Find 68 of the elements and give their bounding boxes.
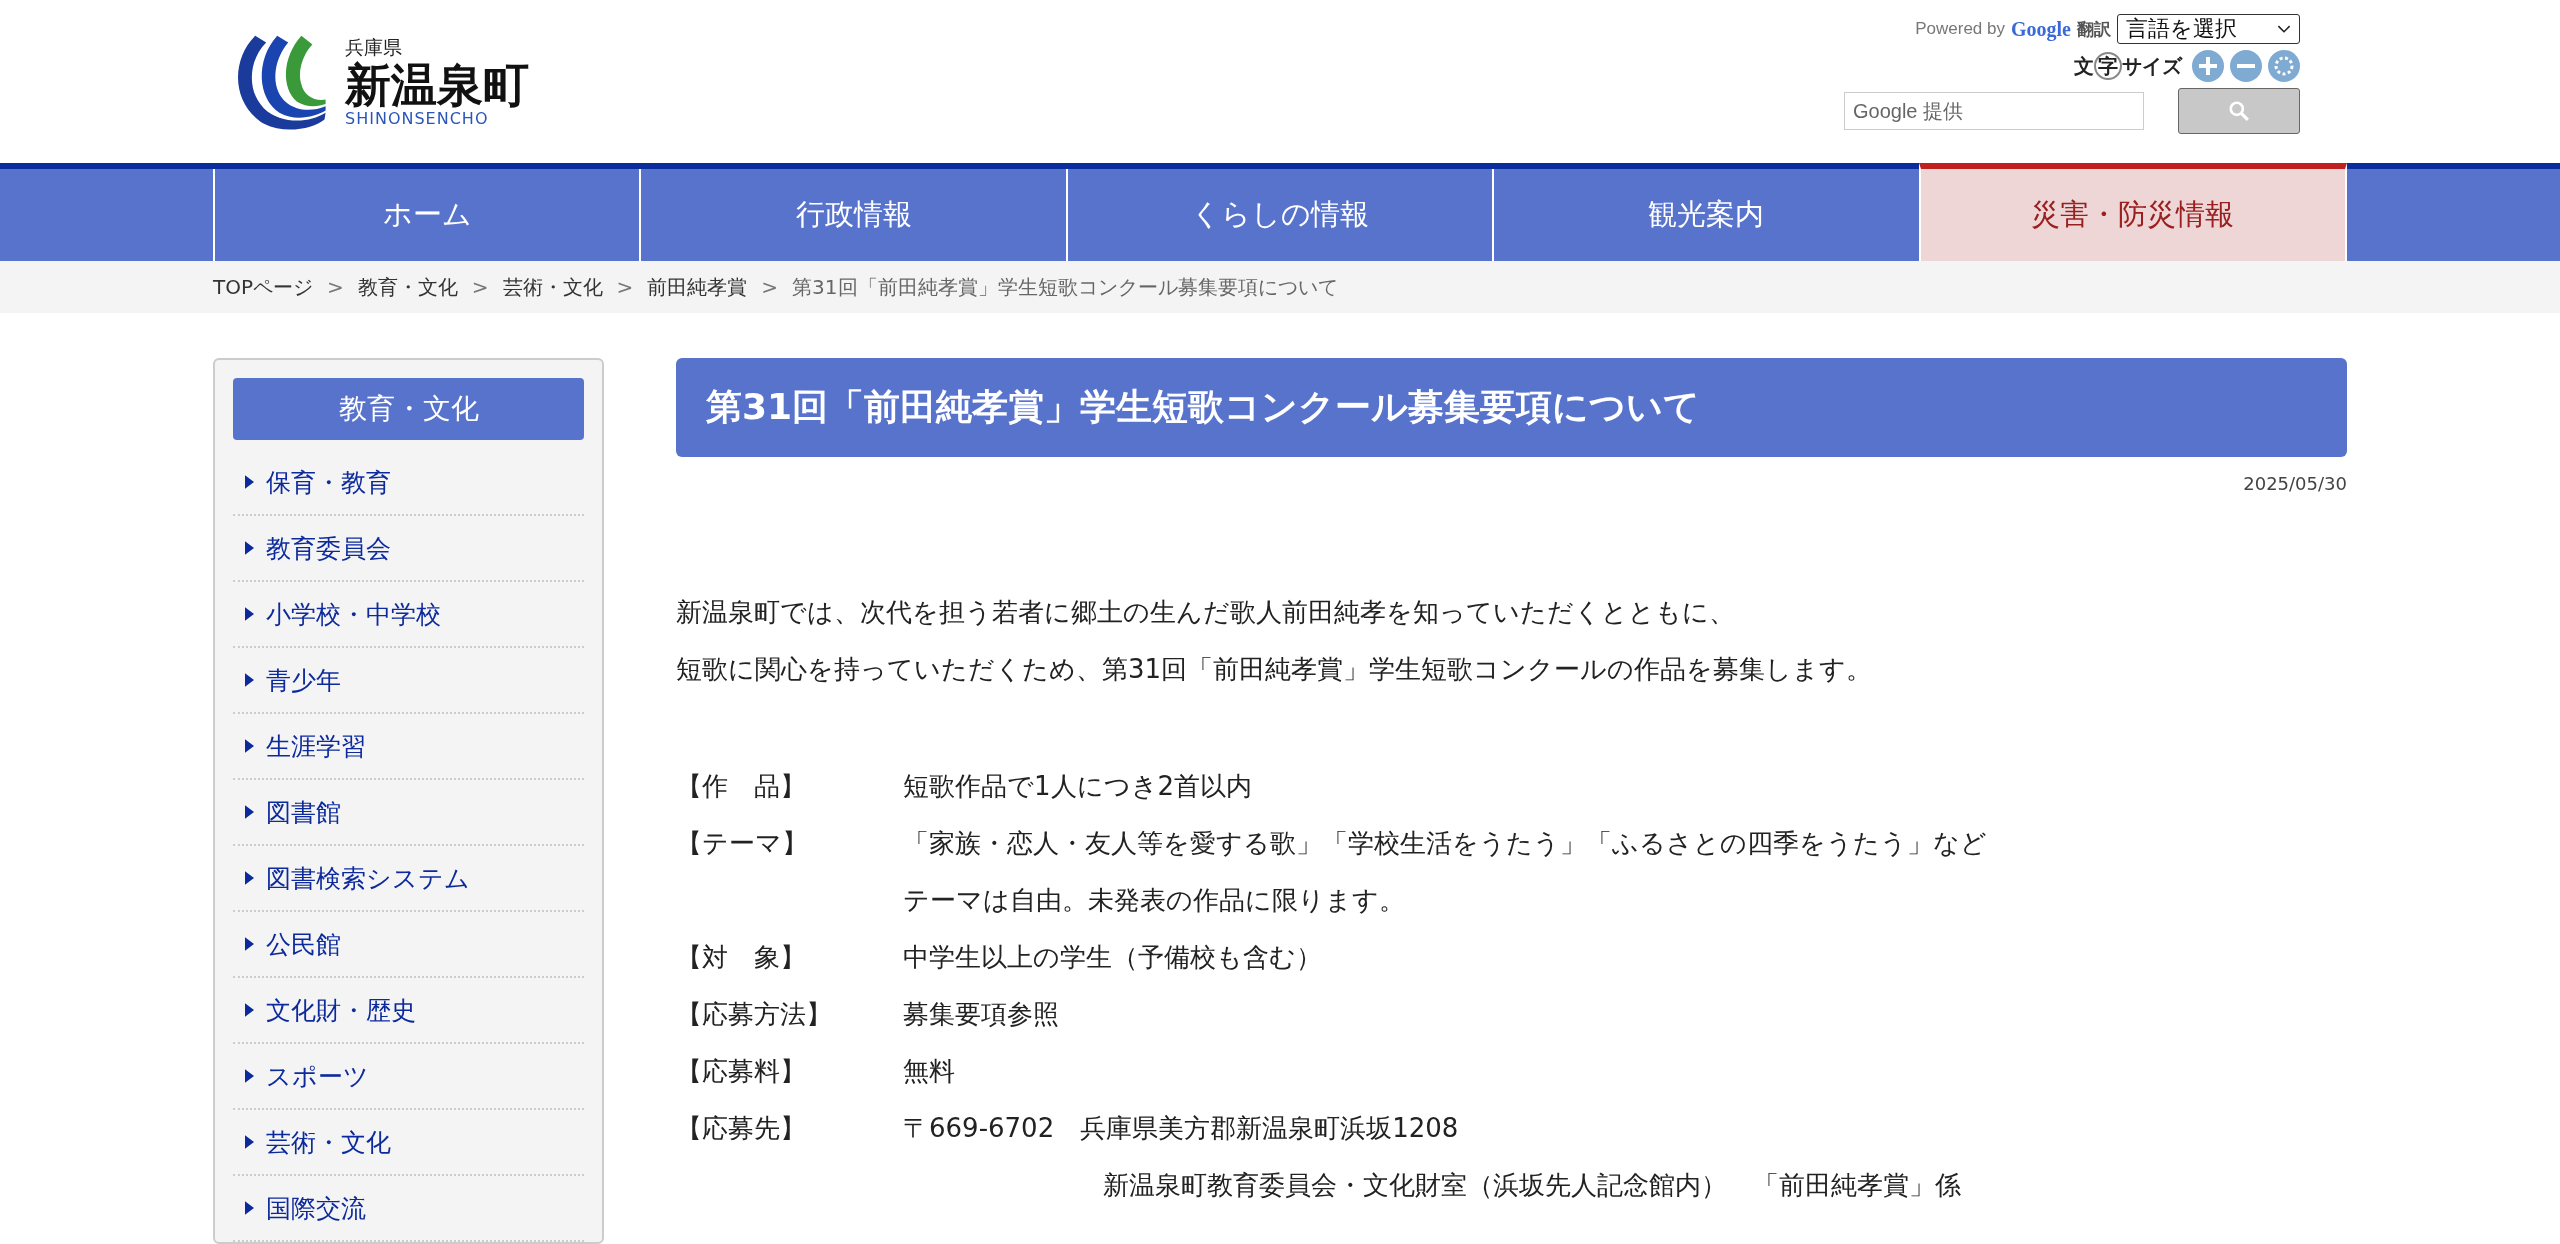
detail-value: 募集要項参照 xyxy=(903,998,1059,1031)
triangle-bullet-icon xyxy=(245,475,254,489)
breadcrumb-separator: > xyxy=(616,275,634,299)
detail-value: 新温泉町教育委員会・文化財室（浜坂先人記念館内） 「前田純孝賞」係 xyxy=(1102,1169,1961,1202)
sidebar-link[interactable]: 青少年 xyxy=(233,648,584,714)
logo-romaji: SHINONSENCHO xyxy=(345,109,490,129)
sidebar-link[interactable]: 保育・教育 xyxy=(233,450,584,516)
sidebar-link[interactable]: 教育委員会 xyxy=(233,516,584,582)
detail-value: 無料 xyxy=(903,1055,955,1088)
language-select[interactable]: 言語を選択 xyxy=(2117,14,2300,44)
detail-label: 【応募方法】 xyxy=(676,998,833,1031)
detail-value: テーマは自由。未発表の作品に限ります。 xyxy=(903,884,1406,917)
sidebar-link[interactable]: 芸術・文化 xyxy=(233,1110,584,1176)
triangle-bullet-icon xyxy=(245,607,254,621)
triangle-bullet-icon xyxy=(245,1201,254,1215)
sidebar-link[interactable]: 図書館 xyxy=(233,780,584,846)
sidebar-link[interactable]: 文化財・歴史 xyxy=(233,978,584,1044)
translate-label: 翻訳 xyxy=(2077,17,2111,41)
google-wordmark: Google xyxy=(2011,17,2071,41)
sidebar-link[interactable]: 国際交流 xyxy=(233,1176,584,1242)
search-icon xyxy=(2228,100,2250,122)
sidebar-link[interactable]: 公民館 xyxy=(233,912,584,978)
triangle-bullet-icon xyxy=(245,871,254,885)
breadcrumb-link[interactable]: 教育・文化 xyxy=(357,273,458,301)
reset-text-size-icon[interactable] xyxy=(2268,50,2300,82)
breadcrumb-link[interactable]: TOPページ xyxy=(213,273,314,301)
sidebar-heading: 教育・文化 xyxy=(233,378,584,440)
publish-date: 2025/05/30 xyxy=(2243,473,2347,494)
detail-value: 「家族・恋人・友人等を愛する歌」「学校生活をうたう」「ふるさとの四季をうたう」など xyxy=(903,827,1987,860)
breadcrumb-separator: > xyxy=(471,275,489,299)
detail-label: 【作 品】 xyxy=(676,770,807,803)
triangle-bullet-icon xyxy=(245,541,254,555)
triangle-bullet-icon xyxy=(245,739,254,753)
triangle-bullet-icon xyxy=(245,673,254,687)
triangle-bullet-icon xyxy=(245,1135,254,1149)
chevron-down-icon xyxy=(2277,24,2291,34)
font-size-label: 文 字 サイズ xyxy=(2074,52,2182,80)
nav-tab[interactable]: 災害・防災情報 xyxy=(1918,163,2348,261)
sidebar-link[interactable]: 生涯学習 xyxy=(233,714,584,780)
logo-prefecture: 兵庫県 xyxy=(345,34,403,60)
triangle-bullet-icon xyxy=(245,1069,254,1083)
logo-town-name: 新温泉町 xyxy=(345,60,529,110)
detail-label: 【応募先】 xyxy=(676,1112,807,1145)
triangle-bullet-icon xyxy=(245,937,254,951)
sidebar-link[interactable]: 小学校・中学校 xyxy=(233,582,584,648)
detail-value: 〒669-6702 兵庫県美方郡新温泉町浜坂1208 xyxy=(903,1112,1460,1145)
detail-label: 【応募料】 xyxy=(676,1055,807,1088)
breadcrumb-link[interactable]: 芸術・文化 xyxy=(502,273,603,301)
breadcrumb-current: 第31回「前田純孝賞」学生短歌コンクール募集要項について xyxy=(792,273,1338,301)
detail-value: 短歌作品で1人につき2首以内 xyxy=(903,770,1253,803)
sidebar-link[interactable]: 図書検索システム xyxy=(233,846,584,912)
breadcrumb-separator: > xyxy=(327,275,344,299)
search-button[interactable] xyxy=(2178,88,2300,134)
detail-label: 【テーマ】 xyxy=(676,827,809,860)
sidebar-link[interactable]: スポーツ xyxy=(233,1044,584,1110)
detail-label: 【対 象】 xyxy=(676,941,807,974)
article-title: 第31回「前田純孝賞」学生短歌コンクール募集要項について xyxy=(676,358,2347,457)
triangle-bullet-icon xyxy=(245,1003,254,1017)
breadcrumb-separator: > xyxy=(761,275,779,299)
enlarge-text-icon[interactable] xyxy=(2192,50,2224,82)
powered-by-text: Powered by xyxy=(1915,19,2005,39)
shrink-text-icon[interactable] xyxy=(2230,50,2262,82)
intro-text: 短歌に関心を持っていただくため、第31回「前田純孝賞」学生短歌コンクールの作品を募集します。 xyxy=(676,653,1874,686)
triangle-bullet-icon xyxy=(245,805,254,819)
detail-value: 中学生以上の学生（予備校も含む） xyxy=(903,941,1322,974)
intro-text: 新温泉町では、次代を担う若者に郷土の生んだ歌人前田純孝を知っていただくとともに、 xyxy=(676,596,1736,629)
search-field[interactable]: Google 提供 xyxy=(1844,92,2144,130)
breadcrumb-link[interactable]: 前田純孝賞 xyxy=(647,273,748,301)
